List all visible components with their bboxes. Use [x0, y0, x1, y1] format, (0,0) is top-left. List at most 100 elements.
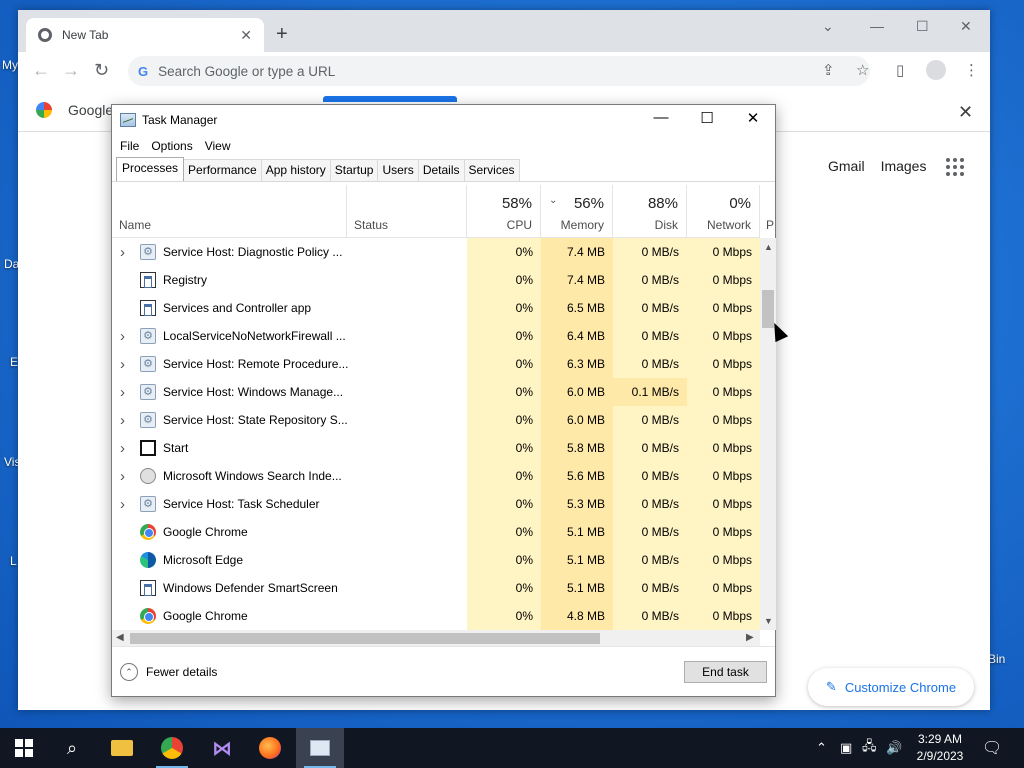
column-header-name[interactable]: Name — [112, 185, 347, 237]
images-link[interactable]: Images — [881, 158, 927, 174]
process-name: Google Chrome — [163, 609, 248, 623]
expand-chevron-icon[interactable]: › — [120, 440, 125, 457]
chrome-taskbar-icon[interactable] — [148, 728, 196, 768]
table-row[interactable]: › Start 0% 5.8 MB 0 MB/s 0 Mbps — [112, 434, 760, 462]
end-task-button[interactable]: End task — [684, 661, 767, 683]
bookmark-star-icon[interactable]: ☆ — [856, 61, 869, 79]
clock[interactable]: 3:29 AM 2/9/2023 — [910, 731, 970, 765]
footer-divider — [112, 646, 775, 647]
google-apps-icon[interactable] — [946, 158, 964, 176]
table-row[interactable]: › ⚙ LocalServiceNoNetworkFirewall ... 0% 6.4… — [112, 322, 760, 350]
table-row[interactable]: Registry 0% 7.4 MB 0 MB/s 0 Mbps — [112, 266, 760, 294]
table-row[interactable]: › ⚙ Service Host: Task Scheduler 0% 5.3 MB 0 … — [112, 490, 760, 518]
back-icon[interactable]: ← — [32, 60, 50, 81]
scroll-right-icon[interactable]: ▶ — [746, 632, 754, 643]
firefox-icon[interactable] — [246, 728, 294, 768]
horizontal-scrollbar[interactable]: ◀ ▶ — [112, 630, 760, 646]
table-row[interactable]: › ⚙ Service Host: Windows Manage... 0% 6.0 M… — [112, 378, 760, 406]
customize-chrome-button[interactable]: ✎ Customize Chrome — [808, 668, 974, 706]
scroll-left-icon[interactable]: ◀ — [116, 632, 124, 643]
visual-studio-icon[interactable]: ⋈ — [198, 728, 246, 768]
close-icon[interactable]: ✕ — [730, 109, 776, 127]
fewer-details-button[interactable]: ⌃ Fewer details — [120, 663, 217, 681]
desktop-icon-label[interactable]: E — [10, 355, 18, 369]
network-value: 0 Mbps — [687, 462, 760, 490]
column-header-network[interactable]: 0% Network — [687, 185, 760, 237]
table-row[interactable]: › ⚙ Service Host: State Repository S... 0% 6… — [112, 406, 760, 434]
expand-chevron-icon[interactable]: › — [120, 356, 125, 373]
share-icon[interactable]: ⇪ — [822, 61, 835, 79]
task-manager-taskbar-icon[interactable] — [296, 728, 344, 768]
file-explorer-icon[interactable] — [98, 728, 146, 768]
scroll-thumb[interactable] — [762, 290, 774, 328]
expand-chevron-icon[interactable]: › — [120, 412, 125, 429]
tab-users[interactable]: Users — [377, 159, 419, 181]
desktop-icon-label[interactable]: Bin — [988, 652, 1005, 666]
disk-value: 0 MB/s — [613, 574, 687, 602]
side-panel-icon[interactable]: ▯ — [896, 61, 904, 79]
expand-chevron-icon[interactable]: › — [120, 244, 125, 261]
memory-value: 6.0 MB — [541, 406, 613, 434]
omnibox[interactable]: G Search Google or type a URL — [128, 56, 870, 86]
column-header-power[interactable]: P — [760, 185, 776, 237]
scroll-thumb[interactable] — [130, 633, 600, 644]
expand-chevron-icon[interactable]: › — [120, 468, 125, 485]
scroll-up-icon[interactable]: ▲ — [764, 242, 773, 252]
new-tab-button[interactable]: + — [276, 22, 288, 46]
maximize-icon[interactable]: ☐ — [916, 18, 929, 35]
bookmark-google[interactable]: Google — [36, 102, 113, 118]
menu-kebab-icon[interactable]: ⋮ — [964, 61, 979, 79]
cpu-value: 0% — [467, 518, 541, 546]
gmail-link[interactable]: Gmail — [828, 158, 865, 174]
chrome-tab[interactable]: New Tab ✕ — [26, 18, 264, 52]
tab-close-icon[interactable]: ✕ — [240, 27, 252, 44]
table-row[interactable]: Services and Controller app 0% 6.5 MB 0 MB/… — [112, 294, 760, 322]
vertical-scrollbar[interactable]: ▲ ▼ — [760, 238, 776, 630]
expand-chevron-icon[interactable]: › — [120, 328, 125, 345]
network-icon[interactable]: 🖧 — [862, 728, 877, 768]
tab-services[interactable]: Services — [463, 159, 520, 181]
column-header-status[interactable]: Status — [347, 185, 467, 237]
column-header-disk[interactable]: 88% Disk — [613, 185, 687, 237]
table-row[interactable]: Google Chrome 0% 4.8 MB 0 MB/s 0 Mbps — [112, 602, 760, 630]
menu-view[interactable]: View — [205, 139, 231, 153]
table-row[interactable]: Google Chrome 0% 5.1 MB 0 MB/s 0 Mbps — [112, 518, 760, 546]
table-row[interactable]: › ⚙ Service Host: Diagnostic Policy ... 0% 7… — [112, 238, 760, 266]
tab-search-icon[interactable]: ⌄ — [822, 18, 834, 35]
close-bar-icon[interactable]: ✕ — [958, 102, 973, 123]
process-name: Microsoft Windows Search Inde... — [163, 469, 342, 483]
network-value: 0 Mbps — [687, 434, 760, 462]
tab-startup[interactable]: Startup — [329, 159, 379, 181]
scroll-down-icon[interactable]: ▼ — [764, 616, 773, 626]
reload-icon[interactable]: ↻ — [94, 60, 109, 81]
desktop-icon-label[interactable]: My — [2, 58, 18, 72]
menu-file[interactable]: File — [120, 139, 139, 153]
minimize-icon[interactable]: — — [870, 18, 884, 34]
maximize-icon[interactable]: ☐ — [684, 109, 730, 127]
table-row[interactable]: Microsoft Edge 0% 5.1 MB 0 MB/s 0 Mbps — [112, 546, 760, 574]
profile-avatar-icon[interactable] — [926, 60, 946, 80]
expand-chevron-icon[interactable]: › — [120, 384, 125, 401]
expand-chevron-icon[interactable]: › — [120, 496, 125, 513]
table-row[interactable]: › ⚙ Service Host: Remote Procedure... 0% 6.3… — [112, 350, 760, 378]
close-icon[interactable]: ✕ — [960, 18, 972, 35]
tray-app-icon[interactable]: ▣ — [840, 728, 852, 768]
menu-options[interactable]: Options — [151, 139, 192, 153]
column-header-memory[interactable]: ⌄ 56% Memory — [541, 185, 613, 237]
tab-processes[interactable]: Processes — [116, 157, 185, 181]
table-row[interactable]: Windows Defender SmartScreen 0% 5.1 MB 0 MB… — [112, 574, 760, 602]
volume-icon[interactable]: 🔊 — [886, 728, 902, 768]
tab-details[interactable]: Details — [417, 159, 465, 181]
tab-performance[interactable]: Performance — [183, 159, 262, 181]
forward-icon[interactable]: → — [62, 60, 80, 81]
show-hidden-icons-icon[interactable]: ⌃ — [816, 728, 827, 768]
process-name: Start — [163, 441, 189, 455]
desktop-icon-label[interactable]: L — [10, 554, 17, 568]
notifications-icon[interactable]: 🗨 — [982, 728, 1002, 768]
search-icon[interactable]: ⌕ — [48, 728, 96, 768]
minimize-icon[interactable]: — — [638, 109, 684, 126]
column-header-cpu[interactable]: 58% CPU — [467, 185, 541, 237]
tab-app-history[interactable]: App history — [260, 159, 331, 181]
start-button[interactable] — [0, 728, 48, 768]
table-row[interactable]: › Microsoft Windows Search Inde... 0% 5.6 M… — [112, 462, 760, 490]
